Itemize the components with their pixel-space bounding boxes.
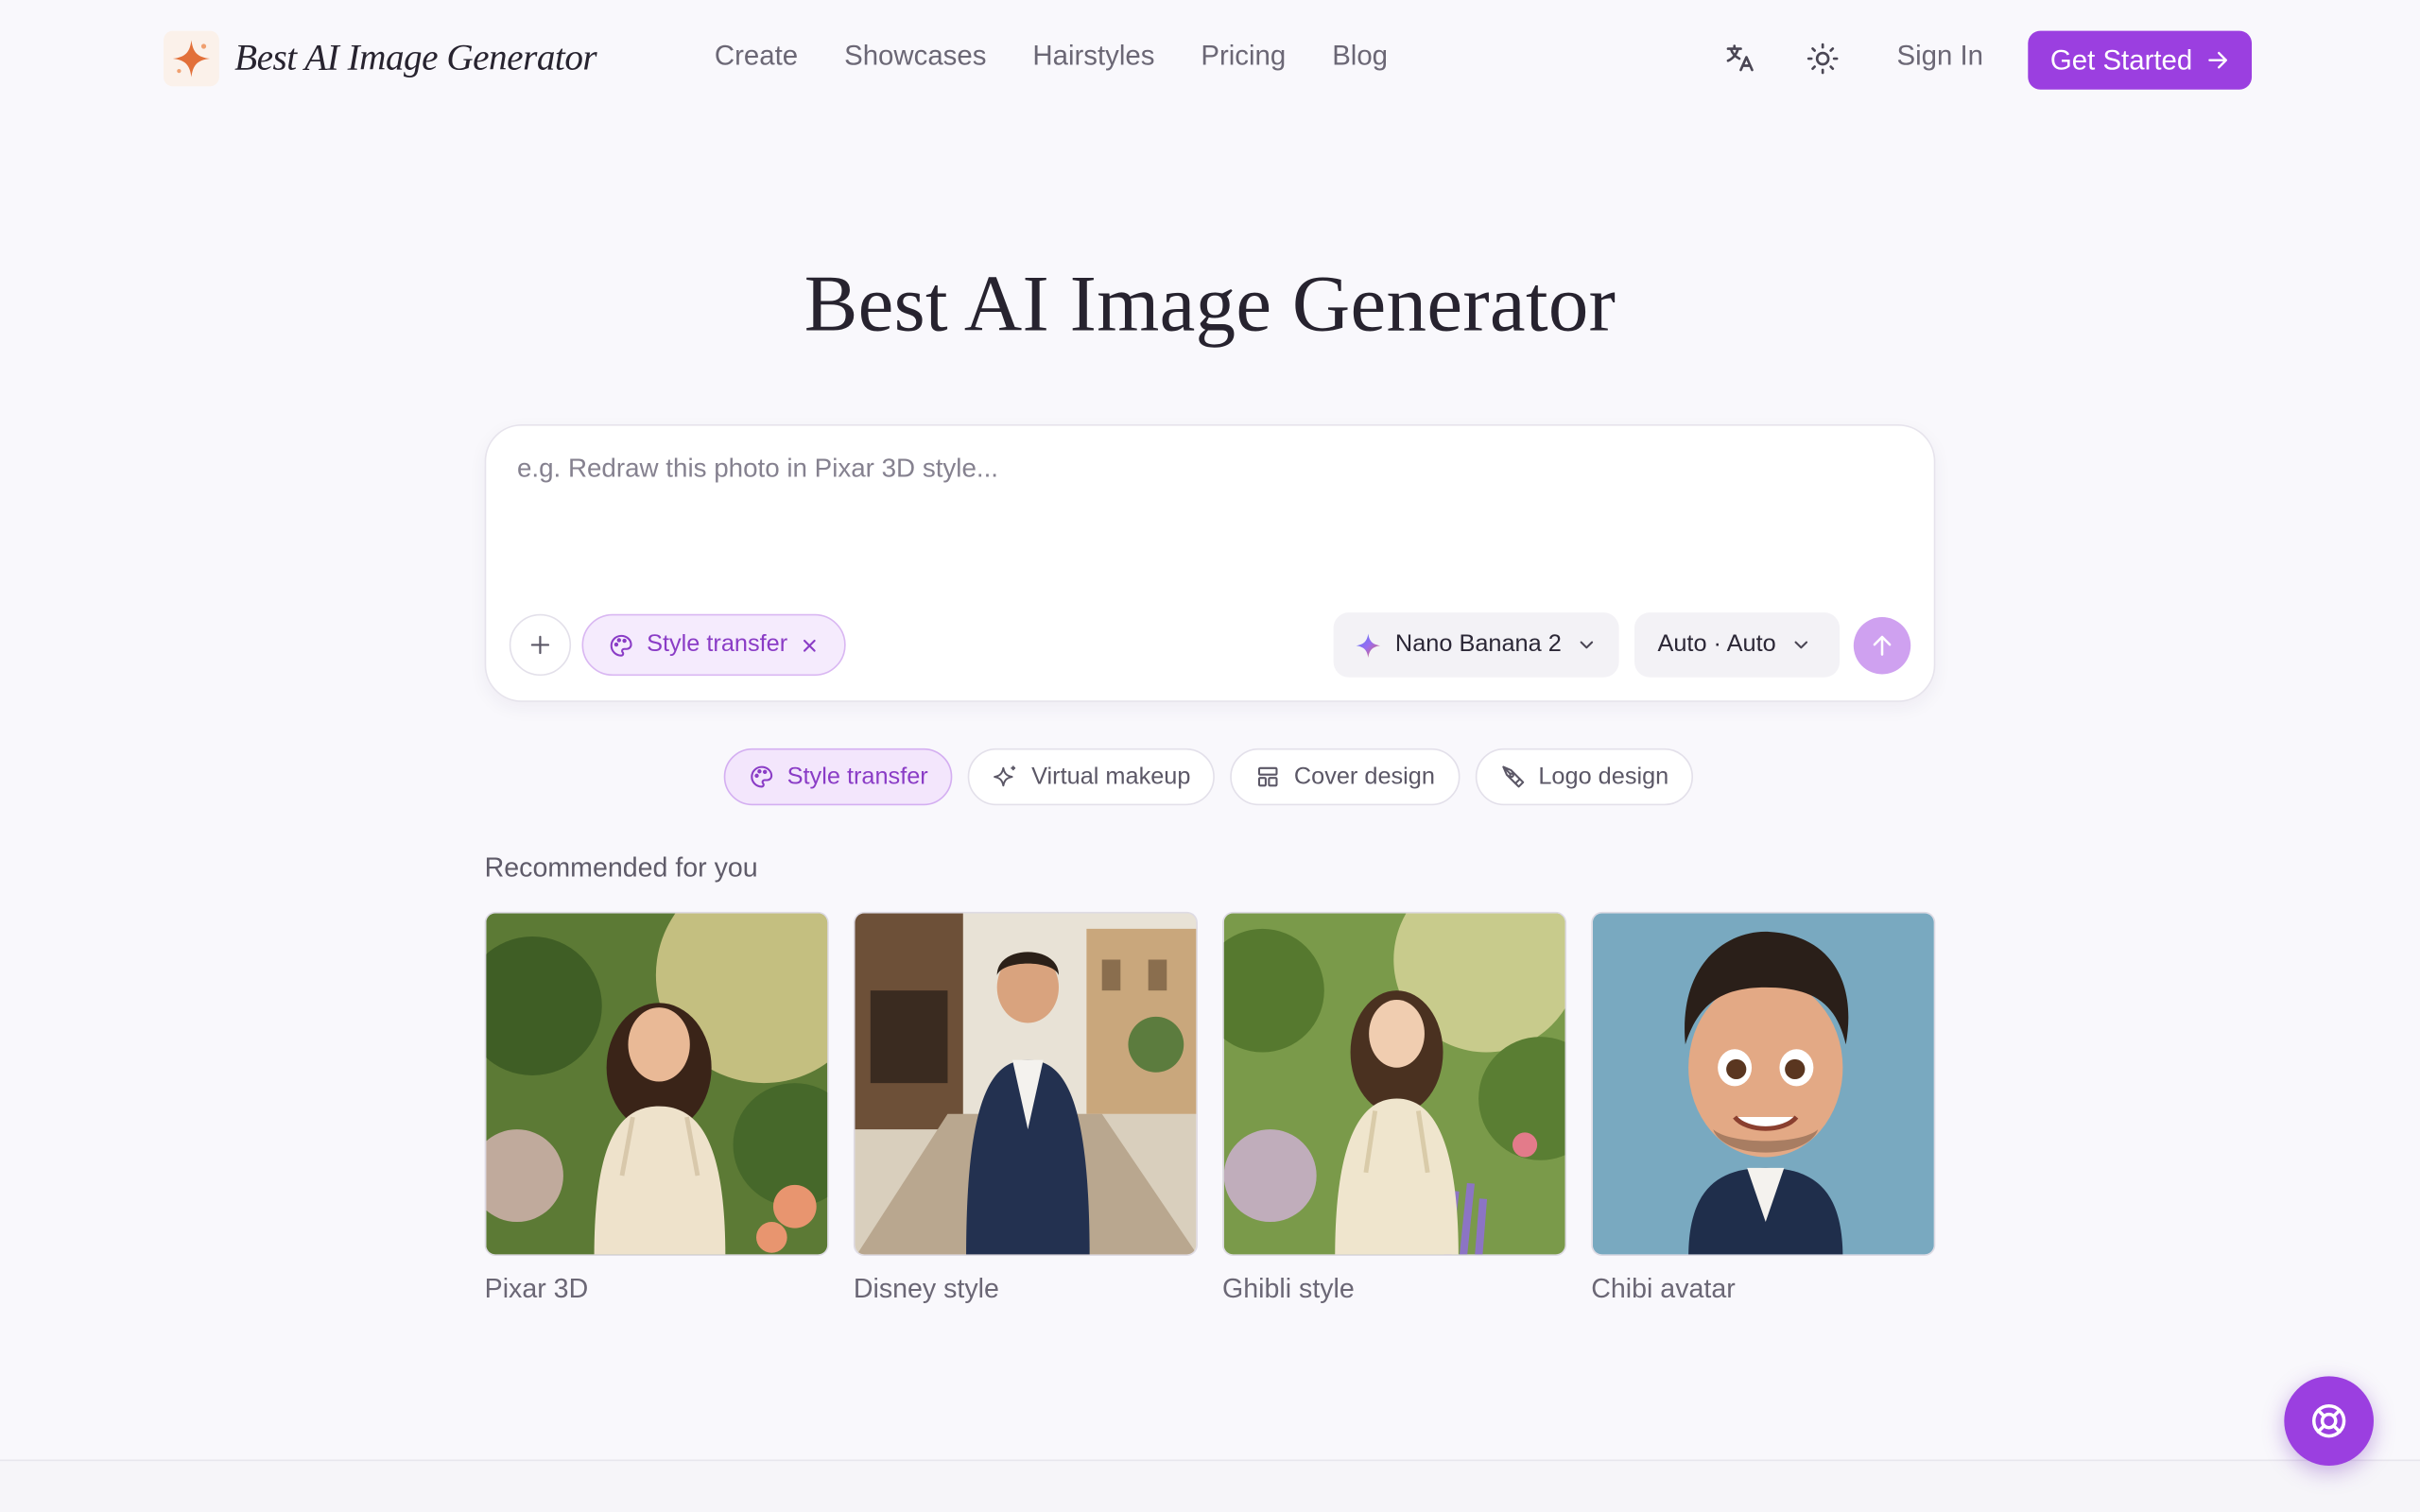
tool-label: Cover design <box>1293 763 1435 790</box>
main-nav: Create Showcases Hairstyles Pricing Blog <box>715 40 1388 72</box>
recommended-card-pixar-3d[interactable]: Pixar 3D <box>484 911 829 1305</box>
translate-icon[interactable] <box>1720 40 1757 77</box>
plus-icon <box>530 635 550 655</box>
prompt-box: Style transfer Nano Banana 2 Auto · Auto <box>484 423 1936 702</box>
page-title: Best AI Image Generator <box>804 260 1616 349</box>
prompt-input[interactable] <box>516 453 1876 577</box>
active-tool-chip[interactable]: Style transfer <box>581 613 847 677</box>
tool-label: Style transfer <box>786 763 928 790</box>
tool-label: Logo design <box>1538 763 1669 790</box>
tool-style-transfer[interactable]: Style transfer <box>723 747 953 806</box>
chevron-down-icon <box>1794 641 1807 649</box>
brand-logo-link[interactable]: Best AI Image Generator <box>164 30 597 87</box>
card-label: Chibi avatar <box>1591 1272 1736 1304</box>
nav-blog[interactable]: Blog <box>1332 40 1388 72</box>
footer-strip <box>0 1459 2420 1512</box>
sign-in-link[interactable]: Sign In <box>1897 40 1984 72</box>
recommended-card-chibi-avatar[interactable]: Chibi avatar <box>1591 911 1936 1305</box>
get-started-label: Get Started <box>2049 43 2193 76</box>
ratio-label: Auto · Auto <box>1657 630 1776 658</box>
nav-showcases[interactable]: Showcases <box>844 40 986 72</box>
tool-virtual-makeup[interactable]: Virtual makeup <box>968 747 1216 806</box>
card-label: Ghibli style <box>1222 1272 1355 1304</box>
model-select[interactable]: Nano Banana 2 <box>1333 612 1619 678</box>
nav-hairstyles[interactable]: Hairstyles <box>1032 40 1154 72</box>
tool-pills: Style transfer Virtual makeup Cover desi… <box>723 747 1694 806</box>
card-label: Disney style <box>853 1272 999 1304</box>
help-button[interactable] <box>2284 1376 2375 1467</box>
pixar-3d-image <box>484 911 829 1256</box>
sparkle-logo-icon <box>164 30 219 87</box>
brand-name: Best AI Image Generator <box>234 37 597 78</box>
arrow-right-icon <box>2207 51 2227 69</box>
sparkles-icon <box>994 765 1016 787</box>
tool-label: Virtual makeup <box>1031 763 1191 790</box>
tool-cover-design[interactable]: Cover design <box>1230 747 1461 806</box>
disney-style-image <box>853 911 1198 1256</box>
recommended-heading: Recommended for you <box>484 851 758 883</box>
ratio-select[interactable]: Auto · Auto <box>1634 612 1841 678</box>
recommended-cards: Pixar 3D Disney style Ghibli style Chibi… <box>484 911 1936 1305</box>
nav-create[interactable]: Create <box>715 40 798 72</box>
recommended-card-disney-style[interactable]: Disney style <box>853 911 1198 1305</box>
active-tool-label: Style transfer <box>647 630 788 658</box>
layout-icon <box>1258 766 1279 787</box>
tool-logo-design[interactable]: Logo design <box>1475 747 1694 806</box>
arrow-up-icon <box>1873 635 1892 656</box>
gemini-sparkle-icon <box>1356 632 1381 658</box>
palette-icon <box>610 633 632 656</box>
model-label: Nano Banana 2 <box>1394 630 1562 658</box>
chibi-avatar-image <box>1591 911 1936 1256</box>
chevron-down-icon <box>1580 641 1593 649</box>
nav-pricing[interactable]: Pricing <box>1201 40 1286 72</box>
remove-chip-icon[interactable] <box>800 635 820 655</box>
card-label: Pixar 3D <box>484 1272 589 1304</box>
get-started-button[interactable]: Get Started <box>2028 30 2253 90</box>
sun-theme-icon[interactable] <box>1805 40 1841 77</box>
add-image-button[interactable] <box>509 613 572 677</box>
recommended-card-ghibli-style[interactable]: Ghibli style <box>1222 911 1567 1305</box>
site-header: Best AI Image Generator Create Showcases… <box>0 0 2420 120</box>
send-button[interactable] <box>1853 617 1911 675</box>
ghibli-style-image <box>1222 911 1567 1256</box>
palette-icon <box>751 765 773 788</box>
lifebuoy-icon <box>2311 1403 2346 1438</box>
pen-tool-icon <box>1501 765 1524 788</box>
